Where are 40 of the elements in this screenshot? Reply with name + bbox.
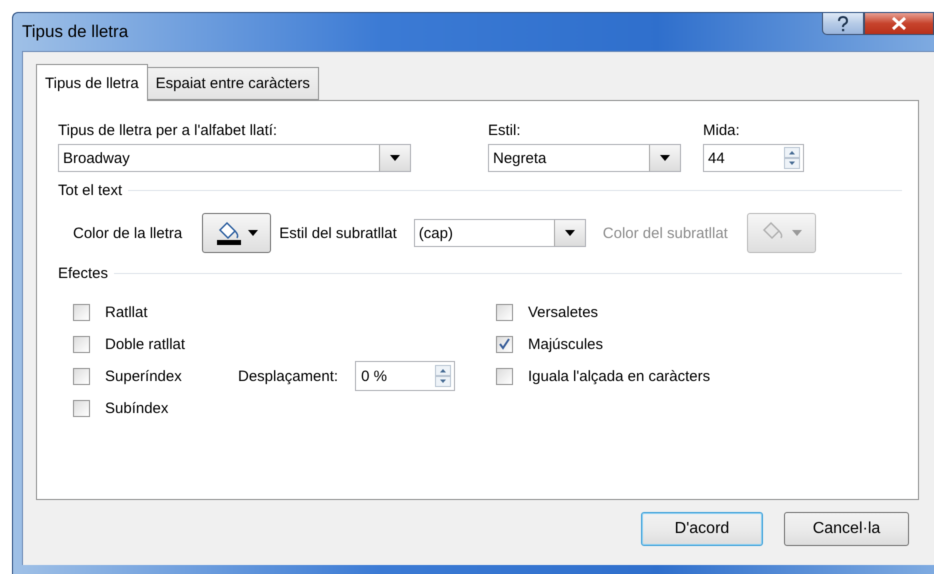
checkbox[interactable]: Doble ratllat [73,336,238,352]
dropdown-field[interactable]: Negreta [488,144,681,172]
checkbox[interactable]: Subíndex [73,400,238,416]
paint-bucket-icon [216,221,242,245]
checkbox[interactable]: Iguala l'alçada en caràcters [496,368,902,384]
spin-field[interactable]: 0 % [355,361,456,391]
checkbox[interactable]: Superíndex [73,368,238,384]
dropdown-arrow-icon [792,230,802,236]
dropdown-field[interactable]: (cap) [414,219,586,247]
checkbox[interactable]: Ratllat [73,304,238,320]
font-color-button[interactable] [202,213,272,253]
dialog-button[interactable]: Cancel·la [784,512,909,546]
dropdown-arrow-icon [248,230,258,236]
field-label: Tipus de lletra per a l'alfabet llatí: [58,122,278,139]
checkmark-icon [498,338,511,350]
dropdown-arrow-icon [390,155,400,161]
section-title: Tot el text [58,182,122,199]
field-label: Color de la lletra [73,224,182,242]
field-label: Color del subratllat [602,224,728,242]
close-button[interactable] [864,13,934,35]
spin-field[interactable]: 44 [703,144,804,172]
checkbox[interactable]: Majúscules [496,336,902,352]
dropdown-arrow-icon [660,155,670,161]
dropdown-field[interactable]: Broadway [58,144,411,172]
section-title: Efectes [58,265,108,282]
question-mark-icon [837,16,849,32]
field-label: Estil: [488,122,522,139]
help-button[interactable] [822,13,864,35]
window-title: Tipus de lletra [22,22,128,42]
field-label: Desplaçament: [238,368,338,384]
tab[interactable]: Espaiat entre caràcters [146,67,319,100]
tab[interactable]: Tipus de lletra [36,64,148,101]
close-icon [891,17,907,30]
spin-buttons[interactable] [784,145,800,171]
dialog-button[interactable]: D'acord [641,512,763,546]
field-label: Estil del subratllat [279,224,397,242]
checkbox[interactable]: Versaletes [496,304,902,320]
dropdown-arrow-icon [564,230,575,236]
spin-buttons[interactable] [435,363,452,389]
field-label: Mida: [703,122,741,139]
